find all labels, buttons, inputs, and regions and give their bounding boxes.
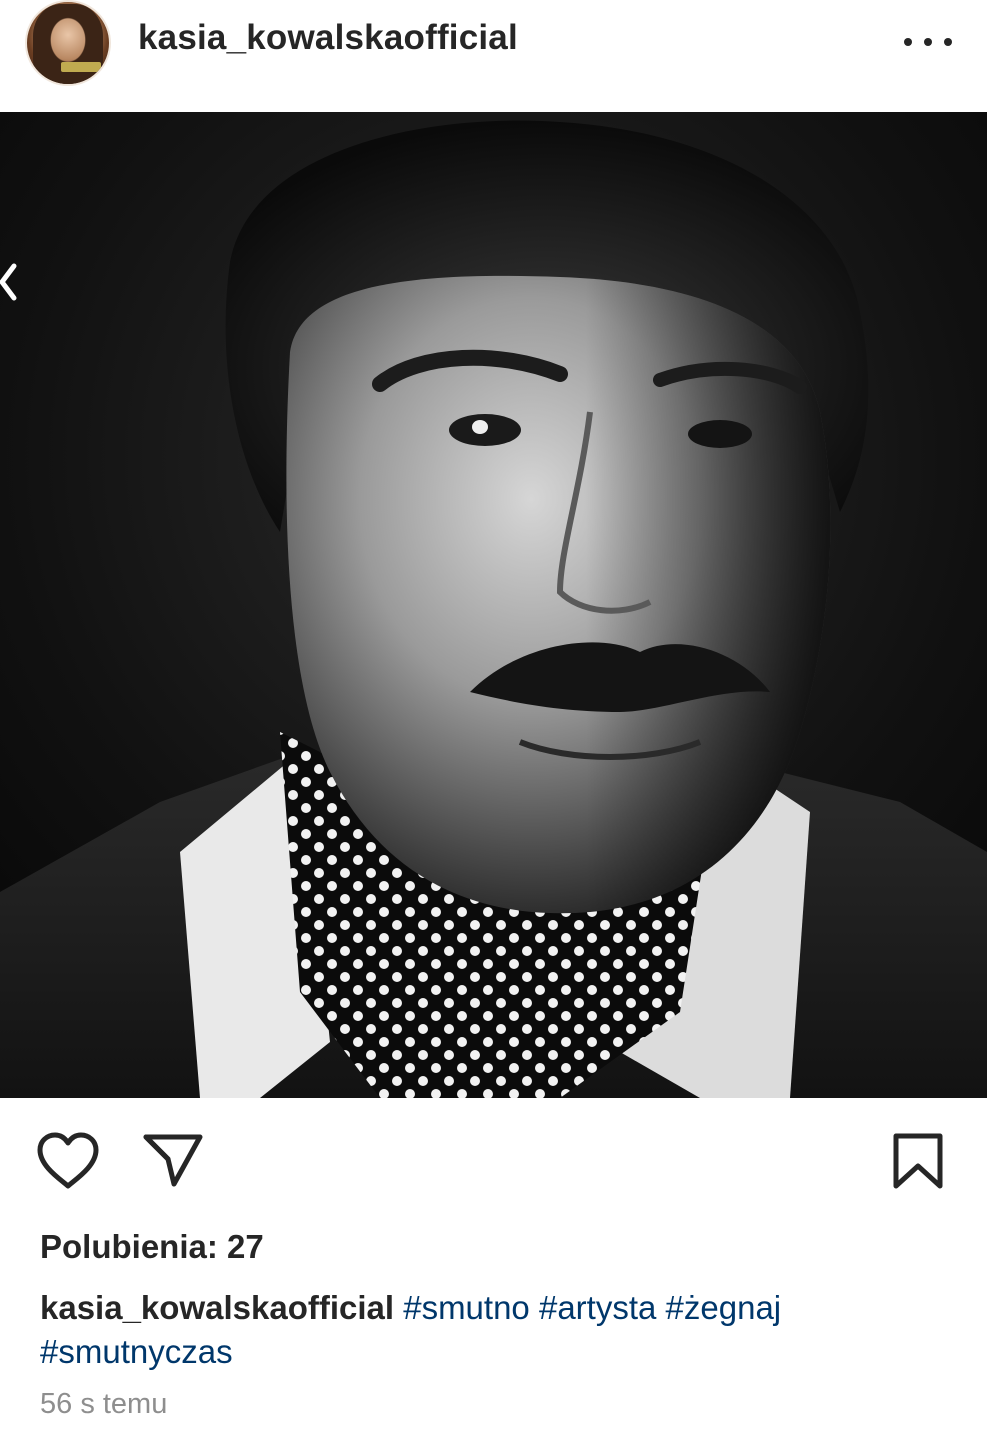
hashtag-link[interactable]: #żegnaj [666,1289,782,1326]
post-timestamp: 56 s temu [40,1388,168,1420]
caption-username[interactable]: kasia_kowalskaofficial [40,1289,394,1326]
heart-icon[interactable] [36,1132,100,1190]
post-header: kasia_kowalskaofficial [0,0,987,112]
hashtag-link[interactable]: #smutno [403,1289,530,1326]
more-options-icon[interactable] [904,30,952,54]
post-actions [0,1098,987,1218]
portrait-illustration [0,112,987,1098]
bookmark-icon[interactable] [890,1132,946,1190]
header-username[interactable]: kasia_kowalskaofficial [138,18,518,58]
avatar-hair-shape [33,4,103,84]
likes-count[interactable]: Polubienia: 27 [40,1228,264,1266]
post-caption: kasia_kowalskaofficial #smutno #artysta … [40,1286,940,1374]
post-photo[interactable] [0,112,987,1098]
chevron-left-icon[interactable] [0,262,20,302]
avatar[interactable] [25,0,111,86]
send-icon[interactable] [142,1132,204,1188]
avatar-badge [61,62,101,72]
hashtag-link[interactable]: #artysta [539,1289,656,1326]
hashtag-link[interactable]: #smutnyczas [40,1333,233,1370]
